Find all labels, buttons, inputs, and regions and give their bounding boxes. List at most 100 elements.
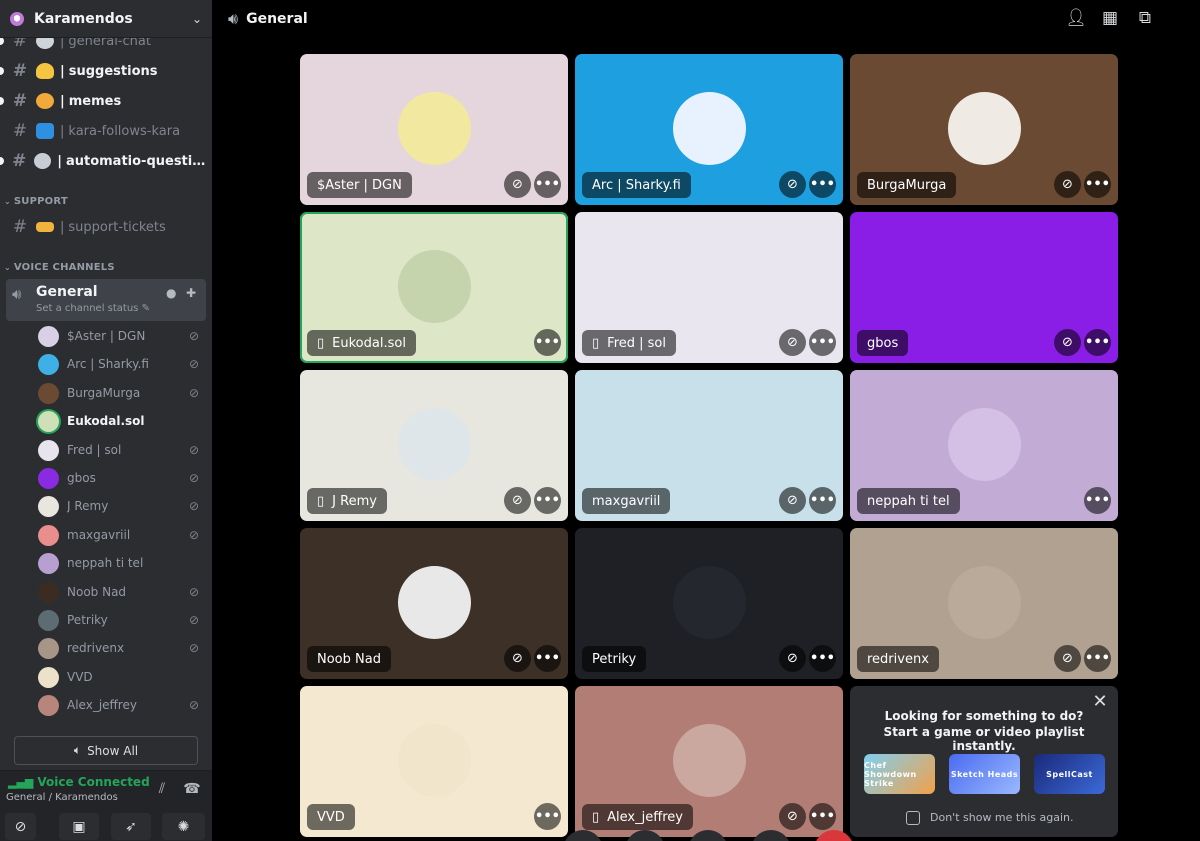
participant-tile[interactable]: gbos ⊘ ••• bbox=[850, 212, 1118, 363]
user-avatar bbox=[38, 581, 59, 603]
voice-user-row[interactable]: J Remy ⊘ bbox=[38, 493, 202, 519]
participant-name-label: ▯ Eukodal.sol bbox=[307, 330, 416, 356]
muted-mic-icon[interactable]: ⊘ bbox=[504, 645, 531, 672]
chat-bubble-icon[interactable]: ● bbox=[166, 286, 176, 300]
voice-user-row[interactable]: Noob Nad ⊘ bbox=[38, 579, 202, 605]
participant-tile[interactable]: ▯ Eukodal.sol ••• bbox=[300, 212, 568, 363]
grid-layout-icon[interactable]: ▦ bbox=[1098, 8, 1122, 30]
more-options-icon[interactable]: ••• bbox=[809, 803, 836, 830]
more-options-icon[interactable]: ••• bbox=[534, 487, 561, 514]
more-options-icon[interactable]: ••• bbox=[809, 171, 836, 198]
set-channel-status[interactable]: Set a channel status ✎ bbox=[36, 303, 150, 314]
muted-mic-icon[interactable]: ⊘ bbox=[504, 171, 531, 198]
voice-user-name: neppah ti tel bbox=[67, 556, 144, 570]
camera-off-button[interactable]: ⊘ bbox=[5, 813, 36, 840]
add-user-icon[interactable]: ✚ bbox=[186, 286, 196, 300]
muted-mic-icon: ⊘ bbox=[188, 357, 200, 371]
channel-suggestions[interactable]: # | suggestions bbox=[0, 57, 206, 85]
participant-tile[interactable]: ▯ Alex_jeffrey ⊘ ••• bbox=[575, 686, 843, 837]
more-options-icon[interactable]: ••• bbox=[809, 329, 836, 356]
unread-indicator bbox=[0, 67, 4, 75]
muted-mic-icon[interactable]: ⊘ bbox=[779, 803, 806, 830]
game-sketch-heads[interactable]: Sketch Heads bbox=[949, 754, 1020, 794]
participant-tile[interactable]: Noob Nad ⊘ ••• bbox=[300, 528, 568, 679]
category-voice-channels[interactable]: ⌄ VOICE CHANNELS bbox=[4, 262, 115, 273]
screen-share-button[interactable]: ▣ bbox=[59, 813, 99, 840]
participant-tile[interactable]: VVD ••• bbox=[300, 686, 568, 837]
participant-tile[interactable]: maxgavriil ⊘ ••• bbox=[575, 370, 843, 521]
channel-support-tickets[interactable]: # | support-tickets bbox=[8, 213, 206, 241]
server-name: Karamendos bbox=[34, 10, 133, 27]
invite-user-icon[interactable]: 👤︎ bbox=[1064, 8, 1088, 30]
hash-icon: # bbox=[12, 91, 28, 111]
more-options-icon[interactable]: ••• bbox=[534, 171, 561, 198]
channel-memes[interactable]: # | memes bbox=[0, 87, 206, 115]
repeat-icon bbox=[36, 123, 54, 139]
muted-mic-icon[interactable]: ⊘ bbox=[779, 487, 806, 514]
more-options-icon[interactable]: ••• bbox=[534, 803, 561, 830]
muted-mic-icon[interactable]: ⊘ bbox=[779, 645, 806, 672]
muted-mic-icon: ⊘ bbox=[188, 528, 200, 542]
participant-tile[interactable]: Petriky ⊘ ••• bbox=[575, 528, 843, 679]
more-options-icon[interactable]: ••• bbox=[534, 645, 561, 672]
more-options-icon[interactable]: ••• bbox=[1084, 487, 1111, 514]
more-options-icon[interactable]: ••• bbox=[809, 645, 836, 672]
voice-user-row[interactable]: $Aster | DGN ⊘ bbox=[38, 323, 202, 349]
voice-user-row[interactable]: Alex_jeffrey ⊘ bbox=[38, 692, 202, 718]
show-all-button[interactable]: 🔈︎ Show All bbox=[14, 736, 198, 765]
participant-tile[interactable]: neppah ti tel ••• bbox=[850, 370, 1118, 521]
voice-user-row[interactable]: redrivenx ⊘ bbox=[38, 635, 202, 661]
dont-show-checkbox[interactable] bbox=[906, 811, 920, 825]
participant-tile[interactable]: ▯ Fred | sol ⊘ ••• bbox=[575, 212, 843, 363]
voice-user-row[interactable]: Eukodal.sol bbox=[38, 408, 202, 434]
popout-icon[interactable]: ⧉ bbox=[1133, 8, 1157, 30]
participant-tile[interactable]: $Aster | DGN ⊘ ••• bbox=[300, 54, 568, 205]
participant-name-label: VVD bbox=[307, 804, 355, 830]
discord-window: Karamendos ⌄ # | general-chat # | sugges… bbox=[0, 0, 1200, 841]
channel-kara-follows-kara[interactable]: # | kara-follows-kara bbox=[8, 117, 206, 145]
voice-location[interactable]: General / Karamendos bbox=[6, 792, 118, 803]
voice-user-row[interactable]: neppah ti tel bbox=[38, 550, 202, 576]
caret-down-icon: ⌄ bbox=[4, 263, 11, 272]
more-options-icon[interactable]: ••• bbox=[809, 487, 836, 514]
muted-mic-icon[interactable]: ⊘ bbox=[779, 329, 806, 356]
server-header[interactable]: Karamendos ⌄ bbox=[0, 0, 212, 38]
muted-mic-icon[interactable]: ⊘ bbox=[779, 171, 806, 198]
voice-status[interactable]: ▂▄▆ Voice Connected bbox=[8, 775, 150, 789]
category-support[interactable]: ⌄ SUPPORT bbox=[4, 196, 68, 207]
muted-mic-icon[interactable]: ⊘ bbox=[504, 487, 531, 514]
game-chef-showdown[interactable]: Chef Showdown Strike bbox=[864, 754, 935, 794]
user-avatar bbox=[38, 495, 59, 517]
voice-user-row[interactable]: Petriky ⊘ bbox=[38, 607, 202, 633]
channel-title: General bbox=[246, 11, 308, 27]
voice-channel-general[interactable]: 🔊︎ General Set a channel status ✎ ● ✚ bbox=[6, 279, 206, 321]
voice-user-row[interactable]: BurgaMurga ⊘ bbox=[38, 380, 202, 406]
voice-user-row[interactable]: Arc | Sharky.fi ⊘ bbox=[38, 351, 202, 377]
activity-rocket-button[interactable]: ➶ bbox=[111, 813, 151, 840]
voice-user-name: Alex_jeffrey bbox=[67, 698, 137, 712]
disconnect-icon[interactable]: ☎︎ bbox=[180, 781, 204, 803]
muted-mic-icon[interactable]: ⊘ bbox=[1054, 171, 1081, 198]
participant-tile[interactable]: ▯ J Remy ⊘ ••• bbox=[300, 370, 568, 521]
participant-tile[interactable]: redrivenx ⊘ ••• bbox=[850, 528, 1118, 679]
more-options-icon[interactable]: ••• bbox=[534, 329, 561, 356]
noise-suppression-icon[interactable]: ⫽ bbox=[150, 781, 174, 803]
game-spellcast[interactable]: SpellCast bbox=[1034, 754, 1105, 794]
voice-user-name: VVD bbox=[67, 670, 93, 684]
more-options-icon[interactable]: ••• bbox=[1084, 329, 1111, 356]
participant-tile[interactable]: Arc | Sharky.fi ⊘ ••• bbox=[575, 54, 843, 205]
more-options-icon[interactable]: ••• bbox=[1084, 171, 1111, 198]
voice-user-row[interactable]: maxgavriil ⊘ bbox=[38, 522, 202, 548]
voice-user-row[interactable]: VVD bbox=[38, 664, 202, 690]
voice-user-name: BurgaMurga bbox=[67, 386, 141, 400]
voice-user-row[interactable]: gbos ⊘ bbox=[38, 465, 202, 491]
muted-mic-icon[interactable]: ⊘ bbox=[1054, 329, 1081, 356]
channel-automatio-questions[interactable]: # | automatio-questio... bbox=[0, 147, 206, 175]
muted-mic-icon[interactable]: ⊘ bbox=[1054, 645, 1081, 672]
soundboard-button[interactable]: ✺ bbox=[162, 813, 205, 840]
participant-tile[interactable]: BurgaMurga ⊘ ••• bbox=[850, 54, 1118, 205]
participant-name-label: $Aster | DGN bbox=[307, 172, 412, 198]
voice-user-row[interactable]: Fred | sol ⊘ bbox=[38, 437, 202, 463]
more-options-icon[interactable]: ••• bbox=[1084, 645, 1111, 672]
muted-mic-icon: ⊘ bbox=[188, 386, 200, 400]
